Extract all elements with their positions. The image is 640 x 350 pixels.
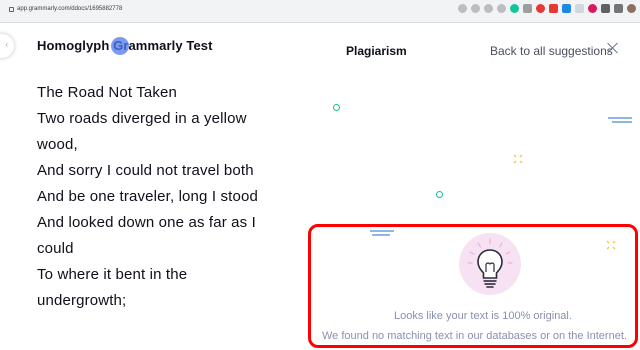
originality-result-title: Looks like your text is 100% original. (394, 310, 572, 322)
extension-icon[interactable] (575, 4, 584, 13)
decorative-ring (333, 104, 340, 111)
panel-title: Plagiarism (346, 44, 407, 58)
zoom-icon[interactable] (471, 4, 480, 13)
lock-icon (9, 6, 14, 12)
text-line: And looked down one as far as I (37, 214, 256, 231)
extension-icon[interactable] (523, 4, 532, 13)
grammarly-cursor-indicator (111, 37, 129, 55)
extension-icon[interactable] (549, 4, 558, 13)
text-line: And be one traveler, long I stood (37, 188, 258, 205)
extension-icons (458, 4, 636, 13)
close-icon[interactable] (606, 41, 620, 55)
back-to-suggestions-link[interactable]: Back to all suggestions (490, 44, 613, 58)
extension-icon[interactable] (588, 4, 597, 13)
profile-avatar-icon[interactable] (627, 4, 636, 13)
extensions-puzzle-icon[interactable] (601, 4, 610, 13)
extension-icon[interactable] (562, 4, 571, 13)
text-line: And sorry I could not travel both (37, 162, 254, 179)
collapse-sidebar-button[interactable]: ‹ (0, 34, 14, 58)
star-icon[interactable] (497, 4, 506, 13)
text-line: could (37, 240, 74, 257)
decorative-dash (612, 121, 632, 123)
lightbulb-icon (467, 238, 513, 288)
originality-result-detail: We found no matching text in our databas… (322, 330, 627, 342)
key-icon[interactable] (458, 4, 467, 13)
extension-icon[interactable] (536, 4, 545, 13)
sparkle-icon (513, 154, 523, 164)
chevron-left-icon: ‹ (5, 40, 8, 49)
text-line: wood, (37, 136, 78, 153)
text-line: undergrowth; (37, 292, 127, 309)
text-line: To where it bent in the (37, 266, 188, 283)
text-line: The Road Not Taken (37, 84, 178, 101)
decorative-dash (608, 117, 632, 119)
share-icon[interactable] (484, 4, 493, 13)
address-bar[interactable]: app.grammarly.com/ddocs/1695882778 (9, 6, 122, 12)
sidepanel-icon[interactable] (614, 4, 623, 13)
editor-text[interactable]: The Road Not Taken Two roads diverged in… (37, 80, 267, 314)
url-text: app.grammarly.com/ddocs/1695882778 (17, 6, 123, 12)
browser-toolbar: app.grammarly.com/ddocs/1695882778 (0, 0, 640, 23)
text-line: Two roads diverged in a yellow (37, 110, 247, 127)
decorative-ring (436, 191, 443, 198)
grammarly-extension-icon[interactable] (510, 4, 519, 13)
